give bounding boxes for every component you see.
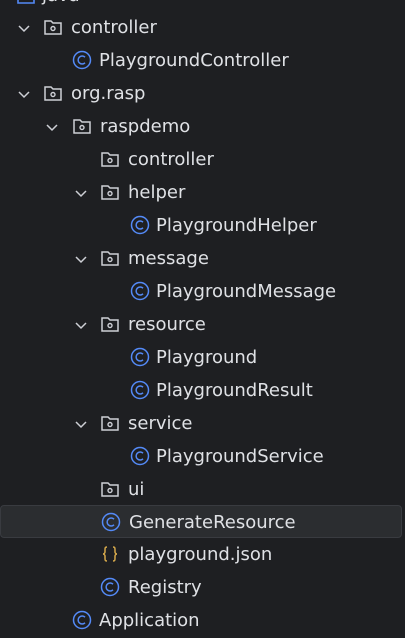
tree-node-playground-controller[interactable]: PlaygroundController: [0, 44, 405, 77]
tree-node-resource[interactable]: resource: [0, 308, 405, 341]
tree-node-playground-service[interactable]: PlaygroundService: [0, 440, 405, 473]
tree-node-label: service: [128, 413, 193, 434]
tree-node-label: Playground: [156, 347, 258, 368]
tree-node-org-rasp[interactable]: org.rasp: [0, 77, 405, 110]
package-folder-icon: [43, 17, 63, 37]
tree-node-message[interactable]: message: [0, 242, 405, 275]
tree-node-label: Application: [99, 610, 200, 631]
tree-node-label: org.rasp: [71, 83, 146, 104]
chevron-down-icon[interactable]: [17, 87, 31, 101]
package-folder-icon: [100, 248, 120, 268]
tree-node-label: playground.json: [128, 544, 273, 565]
class-icon: [130, 380, 150, 400]
package-folder-icon: [43, 83, 63, 103]
tree-node-controller[interactable]: controller: [0, 11, 405, 44]
package-folder-icon: [100, 479, 120, 499]
tree-node-ui[interactable]: ui: [0, 473, 405, 506]
tree-node-registry[interactable]: Registry: [0, 571, 405, 604]
json-file-icon: [100, 544, 120, 564]
class-icon: [101, 512, 121, 532]
chevron-down-icon[interactable]: [74, 318, 88, 332]
package-folder-icon: [100, 413, 120, 433]
tree-node-label: GenerateResource: [129, 512, 296, 533]
tree-node-playground-helper[interactable]: PlaygroundHelper: [0, 209, 405, 242]
chevron-down-icon[interactable]: [45, 120, 59, 134]
tree-node-raspdemo[interactable]: raspdemo: [0, 110, 405, 143]
tree-node-playground[interactable]: Playground: [0, 341, 405, 374]
chevron-down-icon[interactable]: [74, 186, 88, 200]
class-icon: [130, 347, 150, 367]
tree-node-label: PlaygroundService: [156, 446, 324, 467]
tree-node-label: message: [128, 248, 209, 269]
tree-node-label: PlaygroundHelper: [156, 215, 317, 236]
tree-node-playground-result[interactable]: PlaygroundResult: [0, 374, 405, 407]
tree-node-application[interactable]: Application: [0, 604, 405, 637]
package-folder-icon: [100, 182, 120, 202]
tree-node-label: Registry: [128, 577, 202, 598]
class-icon: [72, 610, 92, 630]
tree-node-label: resource: [128, 314, 206, 335]
chevron-down-icon[interactable]: [74, 417, 88, 431]
tree-node-label: raspdemo: [100, 116, 191, 137]
tree-node-playground-json[interactable]: playground.json: [0, 538, 405, 571]
project-tree: java controller PlaygroundController org…: [0, 0, 405, 638]
tree-node-generate-resource[interactable]: GenerateResource: [0, 505, 402, 538]
tree-node-helper[interactable]: helper: [0, 176, 405, 209]
tree-node-label: PlaygroundMessage: [156, 281, 337, 302]
class-icon: [130, 215, 150, 235]
tree-node-label: ui: [128, 479, 145, 500]
class-icon: [130, 446, 150, 466]
tree-node-label: PlaygroundResult: [156, 380, 313, 401]
tree-node-label: helper: [128, 182, 186, 203]
package-folder-icon: [72, 116, 92, 136]
tree-node-playground-message[interactable]: PlaygroundMessage: [0, 275, 405, 308]
package-folder-icon: [100, 314, 120, 334]
tree-node-service[interactable]: service: [0, 407, 405, 440]
tree-node-label: PlaygroundController: [99, 50, 289, 71]
folder-icon: [16, 0, 36, 6]
class-icon: [100, 577, 120, 597]
chevron-down-icon[interactable]: [17, 21, 31, 35]
tree-node-controller-2[interactable]: controller: [0, 143, 405, 176]
class-icon: [72, 50, 92, 70]
package-folder-icon: [100, 149, 120, 169]
tree-node-label: controller: [71, 17, 157, 38]
class-icon: [130, 281, 150, 301]
chevron-down-icon[interactable]: [74, 252, 88, 266]
tree-node-label: controller: [128, 149, 214, 170]
